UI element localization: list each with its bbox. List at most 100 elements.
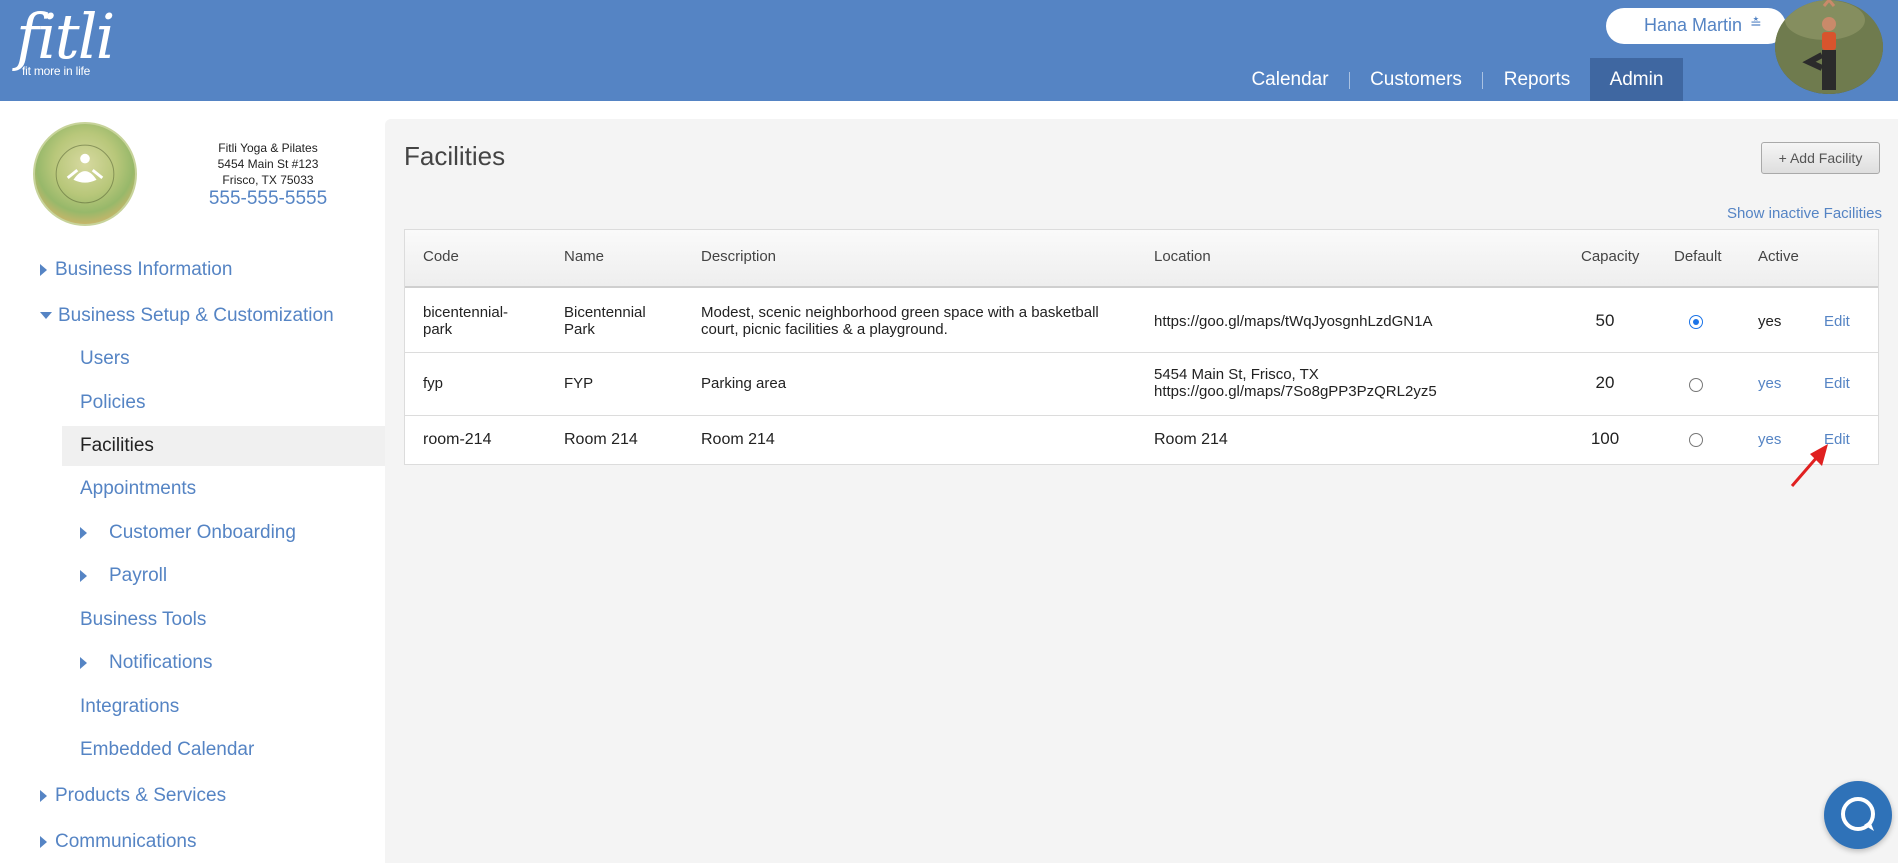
- caret-right-icon: [40, 789, 47, 802]
- name-line: Park: [564, 321, 595, 338]
- facility-location: https://goo.gl/maps/tWqJyosgnhLzdGN1A: [1154, 313, 1433, 330]
- facility-code: bicentennial- park: [423, 304, 508, 338]
- caret-down-icon: [40, 312, 52, 320]
- facility-capacity: 100: [1590, 429, 1620, 448]
- main-content: Facilities + Add Facility Show inactive …: [385, 119, 1898, 863]
- caret-right-icon: [80, 656, 87, 669]
- double-chevron-down-icon: ≛: [1750, 16, 1762, 32]
- annotation-arrow-icon: [1790, 444, 1828, 487]
- sidebar-item-customer-onboarding[interactable]: Customer Onboarding: [80, 513, 296, 553]
- table-row: room-214 Room 214 Room 214 Room 214 100 …: [405, 416, 1878, 465]
- facility-active: yes: [1758, 313, 1782, 330]
- facility-description: Room 214: [701, 431, 775, 448]
- business-address: Fitli Yoga & Pilates 5454 Main St #123 F…: [178, 140, 358, 188]
- description-line: Modest, scenic neighborhood green space …: [701, 304, 1099, 321]
- facility-description: Parking area: [701, 375, 787, 392]
- avatar-photo: [1775, 0, 1883, 94]
- sidebar-item-business-setup[interactable]: Business Setup & Customization: [40, 296, 334, 336]
- nav-reports[interactable]: Reports: [1494, 58, 1580, 101]
- sidebar-item-label: Business Setup & Customization: [58, 305, 334, 326]
- sidebar-item-embedded-calendar[interactable]: Embedded Calendar: [80, 730, 254, 770]
- nav-divider: [1349, 72, 1350, 89]
- nav-divider: [1482, 72, 1483, 89]
- edit-link[interactable]: Edit: [1824, 375, 1850, 392]
- facility-name: Bicentennial Park: [564, 304, 646, 338]
- sidebar-item-label: Customer Onboarding: [109, 522, 296, 543]
- default-radio[interactable]: [1689, 315, 1703, 329]
- sidebar-item-integrations[interactable]: Integrations: [80, 687, 179, 727]
- col-location: Location: [1154, 248, 1211, 265]
- sidebar-item-notifications[interactable]: Notifications: [80, 643, 213, 683]
- sidebar-item-label: Business Information: [55, 259, 233, 280]
- name-line: Bicentennial: [564, 304, 646, 321]
- facility-location: 5454 Main St, Frisco, TX https://goo.gl/…: [1154, 366, 1437, 400]
- facilities-table: Code Name Description Location Capacity …: [404, 229, 1879, 465]
- location-line: https://goo.gl/maps/7So8gPP3PzQRL2yz5: [1154, 383, 1437, 400]
- business-name: Fitli Yoga & Pilates: [218, 141, 318, 155]
- facility-location: Room 214: [1154, 431, 1228, 448]
- code-line: park: [423, 321, 453, 338]
- col-default: Default: [1674, 248, 1722, 265]
- admin-sidebar: Business Information Business Setup & Cu…: [0, 250, 385, 863]
- sidebar-item-policies[interactable]: Policies: [80, 383, 145, 423]
- business-address-line1: 5454 Main St #123: [217, 157, 319, 171]
- sidebar-item-users[interactable]: Users: [80, 339, 130, 379]
- col-capacity: Capacity: [1581, 248, 1640, 265]
- nav-admin[interactable]: Admin: [1590, 58, 1683, 101]
- sidebar-item-products-services[interactable]: Products & Services: [40, 776, 226, 816]
- facility-name: Room 214: [564, 431, 638, 448]
- user-menu[interactable]: Hana Martin ≛: [1606, 8, 1786, 44]
- caret-right-icon: [40, 835, 47, 848]
- col-description: Description: [701, 248, 777, 265]
- sidebar-item-label: Communications: [55, 831, 197, 852]
- description-line: court, picnic facilities & a playground.: [701, 321, 948, 338]
- col-active: Active: [1758, 248, 1799, 265]
- facility-code: room-214: [423, 431, 492, 448]
- col-name: Name: [564, 248, 605, 265]
- nav-calendar[interactable]: Calendar: [1240, 58, 1340, 101]
- facility-code: fyp: [423, 375, 444, 392]
- caret-right-icon: [40, 263, 47, 276]
- caret-right-icon: [80, 569, 87, 582]
- edit-link[interactable]: Edit: [1824, 313, 1850, 330]
- chat-bubble-icon: [1841, 797, 1875, 831]
- sidebar-item-label: Payroll: [109, 565, 168, 586]
- col-code: Code: [423, 248, 459, 265]
- sidebar-item-facilities[interactable]: Facilities: [62, 426, 385, 466]
- sidebar-item-business-information[interactable]: Business Information: [40, 250, 232, 290]
- show-inactive-link[interactable]: Show inactive Facilities: [1722, 205, 1882, 222]
- user-name: Hana Martin: [1644, 15, 1743, 35]
- facility-description: Modest, scenic neighborhood green space …: [701, 304, 1099, 338]
- code-line: bicentennial-: [423, 304, 509, 321]
- facility-name: FYP: [564, 375, 594, 392]
- add-facility-button[interactable]: + Add Facility: [1761, 142, 1880, 174]
- facility-active-link[interactable]: yes: [1758, 431, 1781, 448]
- sidebar-item-appointments[interactable]: Appointments: [80, 469, 196, 509]
- default-radio[interactable]: [1689, 378, 1703, 392]
- table-header: Code Name Description Location Capacity …: [405, 230, 1878, 288]
- facility-active-link[interactable]: yes: [1758, 375, 1781, 392]
- business-logo: [33, 122, 137, 226]
- sidebar-item-communications[interactable]: Communications: [40, 822, 197, 862]
- business-phone[interactable]: 555-555-5555: [178, 188, 358, 210]
- default-radio[interactable]: [1689, 433, 1703, 447]
- page-title: Facilities: [404, 141, 506, 171]
- fitli-logo[interactable]: fitli fit more in life: [16, 0, 115, 79]
- chat-widget-button[interactable]: [1824, 781, 1892, 849]
- facility-capacity: 50: [1595, 311, 1615, 330]
- location-line: 5454 Main St, Frisco, TX: [1154, 366, 1319, 383]
- sidebar-item-business-tools[interactable]: Business Tools: [80, 600, 206, 640]
- business-address-line2: Frisco, TX 75033: [222, 173, 314, 187]
- table-row: fyp FYP Parking area 5454 Main St, Frisc…: [405, 353, 1878, 416]
- logo-wordmark: fitli: [16, 0, 115, 73]
- lotus-meditation-icon: [55, 144, 115, 204]
- caret-right-icon: [80, 526, 87, 539]
- table-row: bicentennial- park Bicentennial Park Mod…: [405, 290, 1878, 353]
- facility-capacity: 20: [1595, 373, 1615, 392]
- user-avatar[interactable]: [1775, 0, 1883, 94]
- top-header: fitli fit more in life Hana Martin ≛ Cal…: [0, 0, 1898, 101]
- sidebar-item-payroll[interactable]: Payroll: [80, 556, 167, 596]
- sidebar-item-label: Products & Services: [55, 785, 227, 806]
- nav-customers[interactable]: Customers: [1362, 58, 1470, 101]
- sidebar-item-label: Notifications: [109, 652, 213, 673]
